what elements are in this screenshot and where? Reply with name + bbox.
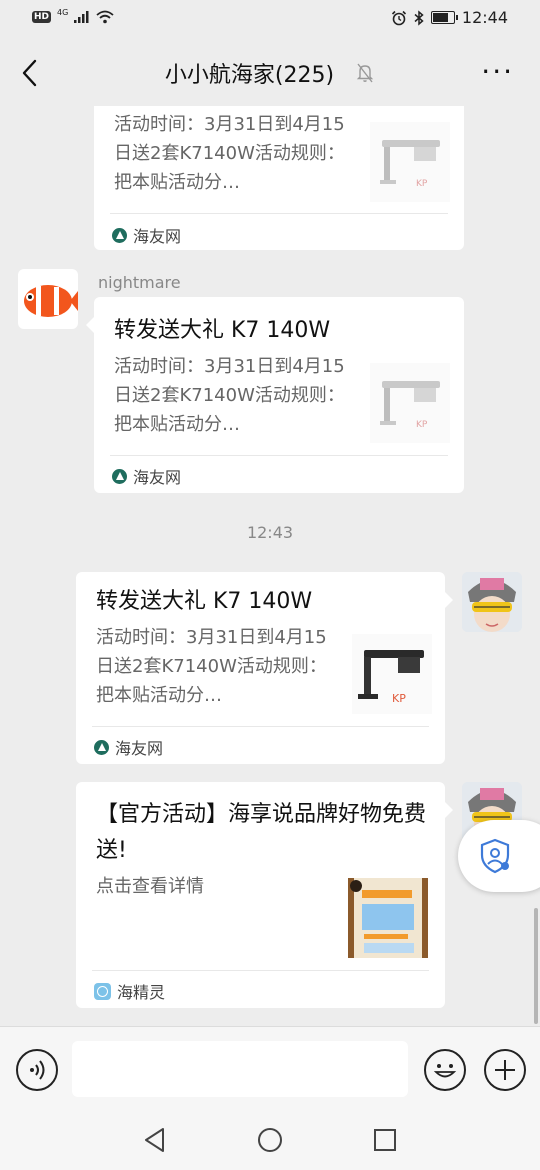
- shield-user-icon: [480, 838, 510, 874]
- svg-text:KP: KP: [392, 692, 406, 705]
- card-divider: [92, 970, 429, 971]
- card-description: 活动时间：3月31日到4月15日送2套K7140W活动规则：把本贴活动分…: [96, 627, 327, 706]
- haijingling-logo-icon: [94, 982, 111, 1000]
- more-options-button[interactable]: ···: [481, 58, 514, 86]
- chat-title: 小小航海家(225): [164, 63, 335, 88]
- link-card-1[interactable]: 活动时间：3月31日到4月15日送2套K7140W活动规则：把本贴活动分… KP…: [94, 106, 464, 250]
- link-card-2[interactable]: 转发送大礼 K7 140W 活动时间：3月31日到4月15日送2套K7140W活…: [86, 297, 464, 493]
- card-source: 海友网: [112, 464, 181, 488]
- nav-recents-icon[interactable]: [373, 1128, 397, 1152]
- bell-off-icon: [356, 63, 374, 83]
- card-source-name: 海友网: [133, 468, 182, 487]
- haiyou-logo-icon: [112, 468, 127, 484]
- message-input[interactable]: [72, 1041, 408, 1097]
- signal-icon: [74, 11, 89, 23]
- link-card-3[interactable]: 转发送大礼 K7 140W 活动时间：3月31日到4月15日送2套K7140W活…: [76, 572, 453, 764]
- svg-text:KP: KP: [416, 179, 428, 189]
- svg-text:KP: KP: [416, 420, 428, 430]
- card-source-name: 海友网: [133, 227, 182, 246]
- chat-list[interactable]: 活动时间：3月31日到4月15日送2套K7140W活动规则：把本贴活动分… KP…: [0, 106, 540, 1026]
- haiyou-logo-icon: [112, 227, 127, 243]
- card-description: 活动时间：3月31日到4月15日送2套K7140W活动规则：把本贴活动分…: [114, 356, 345, 435]
- avatar-self[interactable]: [462, 572, 522, 632]
- network-type: 4G: [57, 7, 69, 17]
- nav-home-icon[interactable]: [257, 1127, 283, 1153]
- chat-scrollbar[interactable]: [534, 908, 538, 1024]
- card-description: 点击查看详情: [96, 876, 204, 897]
- anime-avatar-icon: [462, 572, 522, 632]
- card-source: 海精灵: [94, 979, 165, 1003]
- battery-level: [432, 13, 449, 22]
- sender-name: nightmare: [98, 273, 181, 292]
- card-source: 海友网: [112, 223, 181, 247]
- card-source: 海友网: [94, 735, 163, 759]
- card-thumbnail: [348, 878, 428, 958]
- wifi-icon: [96, 10, 114, 24]
- emoji-icon[interactable]: [424, 1049, 466, 1091]
- avatar-nightmare[interactable]: [18, 269, 78, 329]
- voice-icon[interactable]: [16, 1049, 58, 1091]
- card-description: 活动时间：3月31日到4月15日送2套K7140W活动规则：把本贴活动分…: [114, 114, 345, 193]
- alarm-icon: [391, 10, 406, 25]
- chat-header: 小小航海家(225) ···: [0, 40, 540, 106]
- haiyou-logo-icon: [94, 739, 109, 755]
- message-input-bar: [0, 1026, 540, 1107]
- card-divider: [92, 726, 429, 727]
- card-thumbnail: KP: [370, 122, 450, 202]
- card-divider: [110, 213, 448, 214]
- nav-back-icon[interactable]: [143, 1127, 167, 1153]
- message-timestamp: 12:43: [246, 523, 294, 542]
- chat-title-container: 小小航海家(225): [0, 57, 540, 89]
- floating-security-button[interactable]: [458, 820, 540, 892]
- card-source-name: 海友网: [115, 739, 164, 758]
- card-title: 转发送大礼 K7 140W: [114, 318, 331, 343]
- clock: 12:44: [461, 8, 508, 27]
- system-navigation-bar: [0, 1106, 540, 1170]
- plus-icon[interactable]: [484, 1049, 526, 1091]
- battery-icon: [430, 11, 458, 24]
- status-bar: HD 4G 12:44: [0, 0, 540, 40]
- card-thumbnail: KP: [352, 634, 432, 714]
- card-thumbnail: KP: [370, 363, 450, 443]
- hd-badge: HD: [32, 11, 52, 23]
- card-divider: [110, 455, 448, 456]
- card-title: 转发送大礼 K7 140W: [96, 589, 313, 614]
- link-card-4[interactable]: 【官方活动】海享说品牌好物免费送! 点击查看详情 海精灵: [76, 782, 453, 1008]
- clownfish-avatar-icon: [24, 285, 78, 317]
- bluetooth-icon: [414, 9, 424, 26]
- card-source-name: 海精灵: [117, 983, 166, 1002]
- card-title: 【官方活动】海享说品牌好物免费送!: [96, 802, 427, 863]
